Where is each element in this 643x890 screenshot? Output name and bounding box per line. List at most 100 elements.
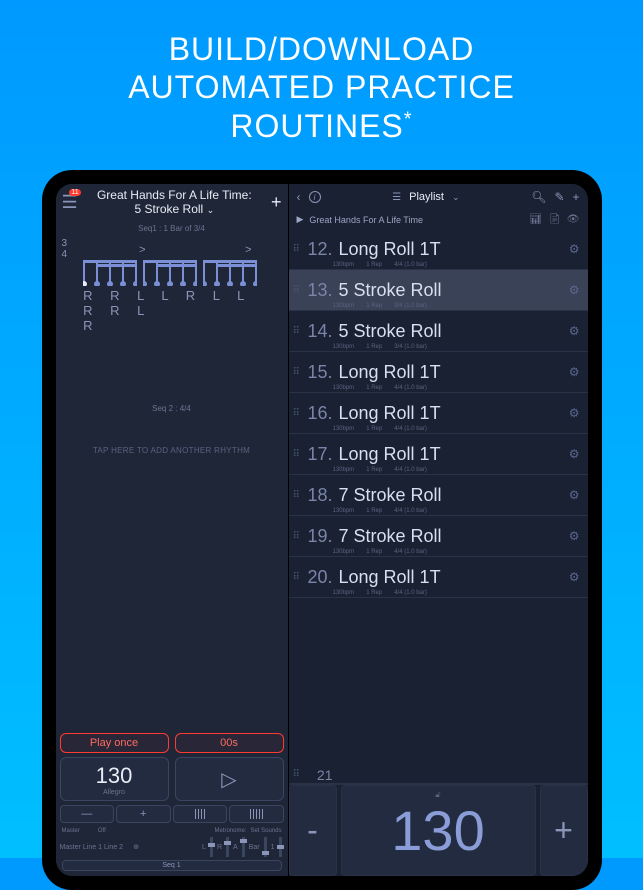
playlist-item-number: 16.	[303, 403, 333, 424]
tempo-plus-button[interactable]: +	[116, 805, 171, 823]
add-playlist-button[interactable]: +	[573, 190, 580, 204]
playlist-chevron-icon: ⌄	[452, 192, 460, 203]
mixer-l: L	[202, 844, 206, 851]
metronome-label: Metronome:	[214, 828, 246, 834]
playlist-item[interactable]: ⠿12.Long Roll 1T⚙130bpm1 Rep4/4 (1.0 bar…	[289, 229, 588, 270]
playlist-title[interactable]: Playlist	[409, 191, 444, 203]
breadcrumb-play-icon[interactable]: ▶	[297, 214, 304, 225]
editor-pane: ☰11 Great Hands For A Life Time: 5 Strok…	[56, 184, 288, 876]
mixer-off-label: Off	[98, 828, 106, 834]
asterisk: *	[404, 108, 413, 130]
playlist-item-partial[interactable]: ⠿ 21	[289, 766, 588, 784]
big-tempo-value: 130	[391, 798, 484, 863]
gear-icon[interactable]: ⚙	[569, 283, 580, 297]
gear-icon[interactable]: ⚙	[569, 365, 580, 379]
back-button[interactable]: ‹	[297, 190, 301, 204]
playlist-item[interactable]: ⠿17.Long Roll 1T⚙130bpm1 Rep4/4 (1.0 bar…	[289, 434, 588, 475]
drag-handle-icon[interactable]: ⠿	[293, 769, 303, 780]
playlist-item-meta: 130bpm1 Rep3/4 (1.0 bar)	[333, 303, 427, 309]
playlist-item[interactable]: ⠿15.Long Roll 1T⚙130bpm1 Rep4/4 (1.0 bar…	[289, 352, 588, 393]
gear-icon[interactable]: ⚙	[569, 488, 580, 502]
playlist-item-number: 15.	[303, 362, 333, 383]
mixer-slider-a[interactable]	[242, 837, 245, 857]
playlist-item-title: Long Roll 1T	[339, 403, 569, 424]
menu-button[interactable]: ☰11	[62, 192, 78, 213]
beam-row	[79, 258, 281, 286]
tempo-minus-button[interactable]: —	[60, 805, 115, 823]
eye-icon[interactable]: 👁︎	[567, 214, 580, 225]
stats-icon[interactable]: 📊︎	[529, 214, 542, 225]
marketing-line2: AUTOMATED PRACTICE	[20, 68, 623, 106]
drag-handle-icon[interactable]: ⠿	[293, 572, 303, 583]
accent-mark: >	[245, 244, 251, 258]
big-tempo-display[interactable]: 🔓︎ 130	[341, 785, 536, 876]
breadcrumb-row: ▶ Great Hands For A Life Time 📊︎ 📄︎ 👁︎	[289, 210, 588, 229]
seq1-label: Seq1 : 1 Bar of 3/4	[56, 221, 288, 236]
tempo-box[interactable]: 130 Allegro	[60, 757, 169, 801]
time-signature[interactable]: 3 4	[56, 236, 74, 341]
mixer-slider-bar[interactable]	[264, 837, 267, 857]
seq-select-button[interactable]: Seq 1	[62, 860, 282, 871]
playlist-item-number: 18.	[303, 485, 333, 506]
drag-handle-icon[interactable]: ⠿	[293, 449, 303, 460]
playlist-item[interactable]: ⠿19.7 Stroke Roll⚙130bpm1 Rep4/4 (1.0 ba…	[289, 516, 588, 557]
breadcrumb-title[interactable]: Great Hands For A Life Time	[309, 215, 423, 225]
playlist-item-meta: 130bpm1 Rep4/4 (1.0 bar)	[333, 426, 427, 432]
playlist-list[interactable]: ⠿12.Long Roll 1T⚙130bpm1 Rep4/4 (1.0 bar…	[289, 229, 588, 766]
gear-icon[interactable]: ⚙	[569, 529, 580, 543]
playlist-item-meta: 130bpm1 Rep4/4 (1.0 bar)	[333, 549, 427, 555]
gear-icon[interactable]: ⚙	[569, 406, 580, 420]
mixer-line2: Line 2	[104, 844, 123, 851]
gear-icon[interactable]: ⚙	[569, 447, 580, 461]
big-tempo-plus-button[interactable]: +	[540, 785, 588, 876]
playlist-item-title: Long Roll 1T	[339, 239, 569, 260]
playlist-item-number: 19.	[303, 526, 333, 547]
song-title-button[interactable]: Great Hands For A Life Time: 5 Stroke Ro…	[82, 188, 267, 217]
add-button[interactable]: +	[271, 192, 282, 213]
playlist-item-number: 21	[303, 767, 333, 783]
subdivision-button[interactable]	[173, 805, 228, 823]
note-group-1	[83, 260, 137, 286]
playlist-item[interactable]: ⠿16. Long Roll 1T⚙ 130bpm1 Rep4/4 (1.0 bar…	[289, 393, 588, 434]
playlist-pane: ‹ i ☰ Playlist ⌄ 🔍︎ ✎ + ▶ Great Hands Fo…	[288, 184, 588, 876]
drag-handle-icon[interactable]: ⠿	[293, 408, 303, 419]
playlist-item[interactable]: ⠿13.5 Stroke Roll⚙130bpm1 Rep3/4 (1.0 ba…	[289, 270, 588, 311]
play-mode-button[interactable]: Play once	[60, 733, 169, 753]
drag-handle-icon[interactable]: ⠿	[293, 531, 303, 542]
seq2-area[interactable]: Seq 2 : 4/4 TAP HERE TO ADD ANOTHER RHYT…	[56, 401, 288, 455]
song-title-line2: 5 Stroke Roll	[135, 202, 204, 216]
info-icon[interactable]: i	[309, 191, 321, 203]
accent-mark: >	[139, 244, 145, 258]
mixer-slider-l[interactable]	[210, 837, 213, 857]
playlist-item-title: 7 Stroke Roll	[339, 485, 569, 506]
playlist-item-title: Long Roll 1T	[339, 444, 569, 465]
mixer-slider-r[interactable]	[226, 837, 229, 857]
playlist-item[interactable]: ⠿18.7 Stroke Roll⚙130bpm1 Rep4/4 (1.0 ba…	[289, 475, 588, 516]
timer-button[interactable]: 00s	[175, 733, 284, 753]
gear-icon[interactable]: ⚙	[569, 570, 580, 584]
notation-area[interactable]: > > R R L L R L L R R	[73, 236, 287, 341]
tablet-frame: ☰11 Great Hands For A Life Time: 5 Strok…	[42, 170, 602, 890]
drag-handle-icon[interactable]: ⠿	[293, 326, 303, 337]
search-icon[interactable]: 🔍︎	[531, 190, 546, 204]
toggle-icon[interactable]: ⊕	[133, 843, 139, 851]
drag-handle-icon[interactable]: ⠿	[293, 490, 303, 501]
tap-hint: TAP HERE TO ADD ANOTHER RHYTHM	[56, 446, 288, 455]
gear-icon[interactable]: ⚙	[569, 242, 580, 256]
mixer-slider-1[interactable]	[279, 837, 282, 857]
drag-handle-icon[interactable]: ⠿	[293, 367, 303, 378]
big-tempo-minus-button[interactable]: -	[289, 785, 337, 876]
playlist-item[interactable]: ⠿20.Long Roll 1T⚙130bpm1 Rep4/4 (1.0 bar…	[289, 557, 588, 598]
edit-icon[interactable]: ✎	[554, 190, 564, 204]
set-sounds-label[interactable]: Set Sounds	[250, 828, 281, 834]
playlist-header: ‹ i ☰ Playlist ⌄ 🔍︎ ✎ +	[289, 184, 588, 210]
play-button[interactable]: ▷	[175, 757, 284, 801]
playlist-item[interactable]: ⠿14.5 Stroke Roll⚙130bpm1 Rep3/4 (1.0 ba…	[289, 311, 588, 352]
drag-handle-icon[interactable]: ⠿	[293, 285, 303, 296]
drag-handle-icon[interactable]: ⠿	[293, 244, 303, 255]
mixer-a: A	[233, 844, 238, 851]
gear-icon[interactable]: ⚙	[569, 324, 580, 338]
lock-icon: 🔓︎	[435, 790, 440, 800]
subdivision-alt-button[interactable]	[229, 805, 284, 823]
notes-icon[interactable]: 📄︎	[548, 214, 561, 225]
